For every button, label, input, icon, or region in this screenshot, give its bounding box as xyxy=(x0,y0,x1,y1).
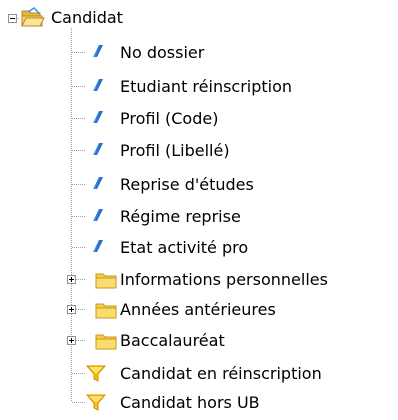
tree-leaf-label: Etudiant réinscription xyxy=(120,77,293,96)
tree-leaf-label: Candidat en réinscription xyxy=(120,364,322,383)
field-icon xyxy=(93,240,103,252)
tree-leaf-field[interactable]: Reprise d'études xyxy=(86,173,346,197)
field-icon xyxy=(93,209,103,221)
tree-node-annees-anterieures[interactable]: Années antérieures xyxy=(55,298,355,322)
field-icon xyxy=(93,79,103,91)
tree-node-baccalaureat[interactable]: Baccalauréat xyxy=(55,329,355,353)
tree-leaf-label: Candidat hors UB xyxy=(120,393,260,412)
tree-leaf-field[interactable]: Régime reprise xyxy=(86,205,346,229)
tree-node-label: Années antérieures xyxy=(120,300,276,319)
field-icon xyxy=(93,143,103,155)
field-icon xyxy=(93,177,103,189)
tree-leaf-filter[interactable]: Candidat hors UB xyxy=(86,391,396,415)
tree-leaf-label: Profil (Libellé) xyxy=(120,141,230,160)
field-tree: Candidat No dossier Etudiant réinscripti… xyxy=(0,0,398,420)
tree-leaf-label: No dossier xyxy=(120,43,205,62)
tree-leaf-label: Profil (Code) xyxy=(120,109,219,128)
expand-toggle-icon[interactable] xyxy=(67,275,76,284)
tree-leaf-field[interactable]: Profil (Libellé) xyxy=(86,139,346,163)
tree-node-label: Candidat xyxy=(51,8,123,27)
tree-leaf-field[interactable]: Etat activité pro xyxy=(86,236,346,260)
filter-icon xyxy=(86,394,106,411)
folder-icon xyxy=(95,273,117,289)
tree-node-candidat[interactable]: Candidat xyxy=(0,6,240,30)
tree-node-label: Informations personnelles xyxy=(120,270,328,289)
folder-icon xyxy=(95,303,117,319)
field-icon xyxy=(93,45,103,57)
tree-node-informations-personnelles[interactable]: Informations personnelles xyxy=(55,268,395,292)
expand-toggle-icon[interactable] xyxy=(67,336,76,345)
tree-leaf-field[interactable]: No dossier xyxy=(86,41,346,65)
collapse-toggle-icon[interactable] xyxy=(8,14,17,23)
tree-leaf-label: Etat activité pro xyxy=(120,238,249,257)
tree-leaf-label: Reprise d'études xyxy=(120,175,254,194)
folder-open-icon xyxy=(21,7,45,27)
field-icon xyxy=(93,111,103,123)
tree-leaf-field[interactable]: Etudiant réinscription xyxy=(86,75,376,99)
tree-node-label: Baccalauréat xyxy=(120,331,225,350)
folder-icon xyxy=(95,334,117,350)
tree-leaf-label: Régime reprise xyxy=(120,207,241,226)
tree-leaf-filter[interactable]: Candidat en réinscription xyxy=(86,362,396,386)
expand-toggle-icon[interactable] xyxy=(67,305,76,314)
filter-icon xyxy=(86,365,106,382)
tree-leaf-field[interactable]: Profil (Code) xyxy=(86,107,346,131)
